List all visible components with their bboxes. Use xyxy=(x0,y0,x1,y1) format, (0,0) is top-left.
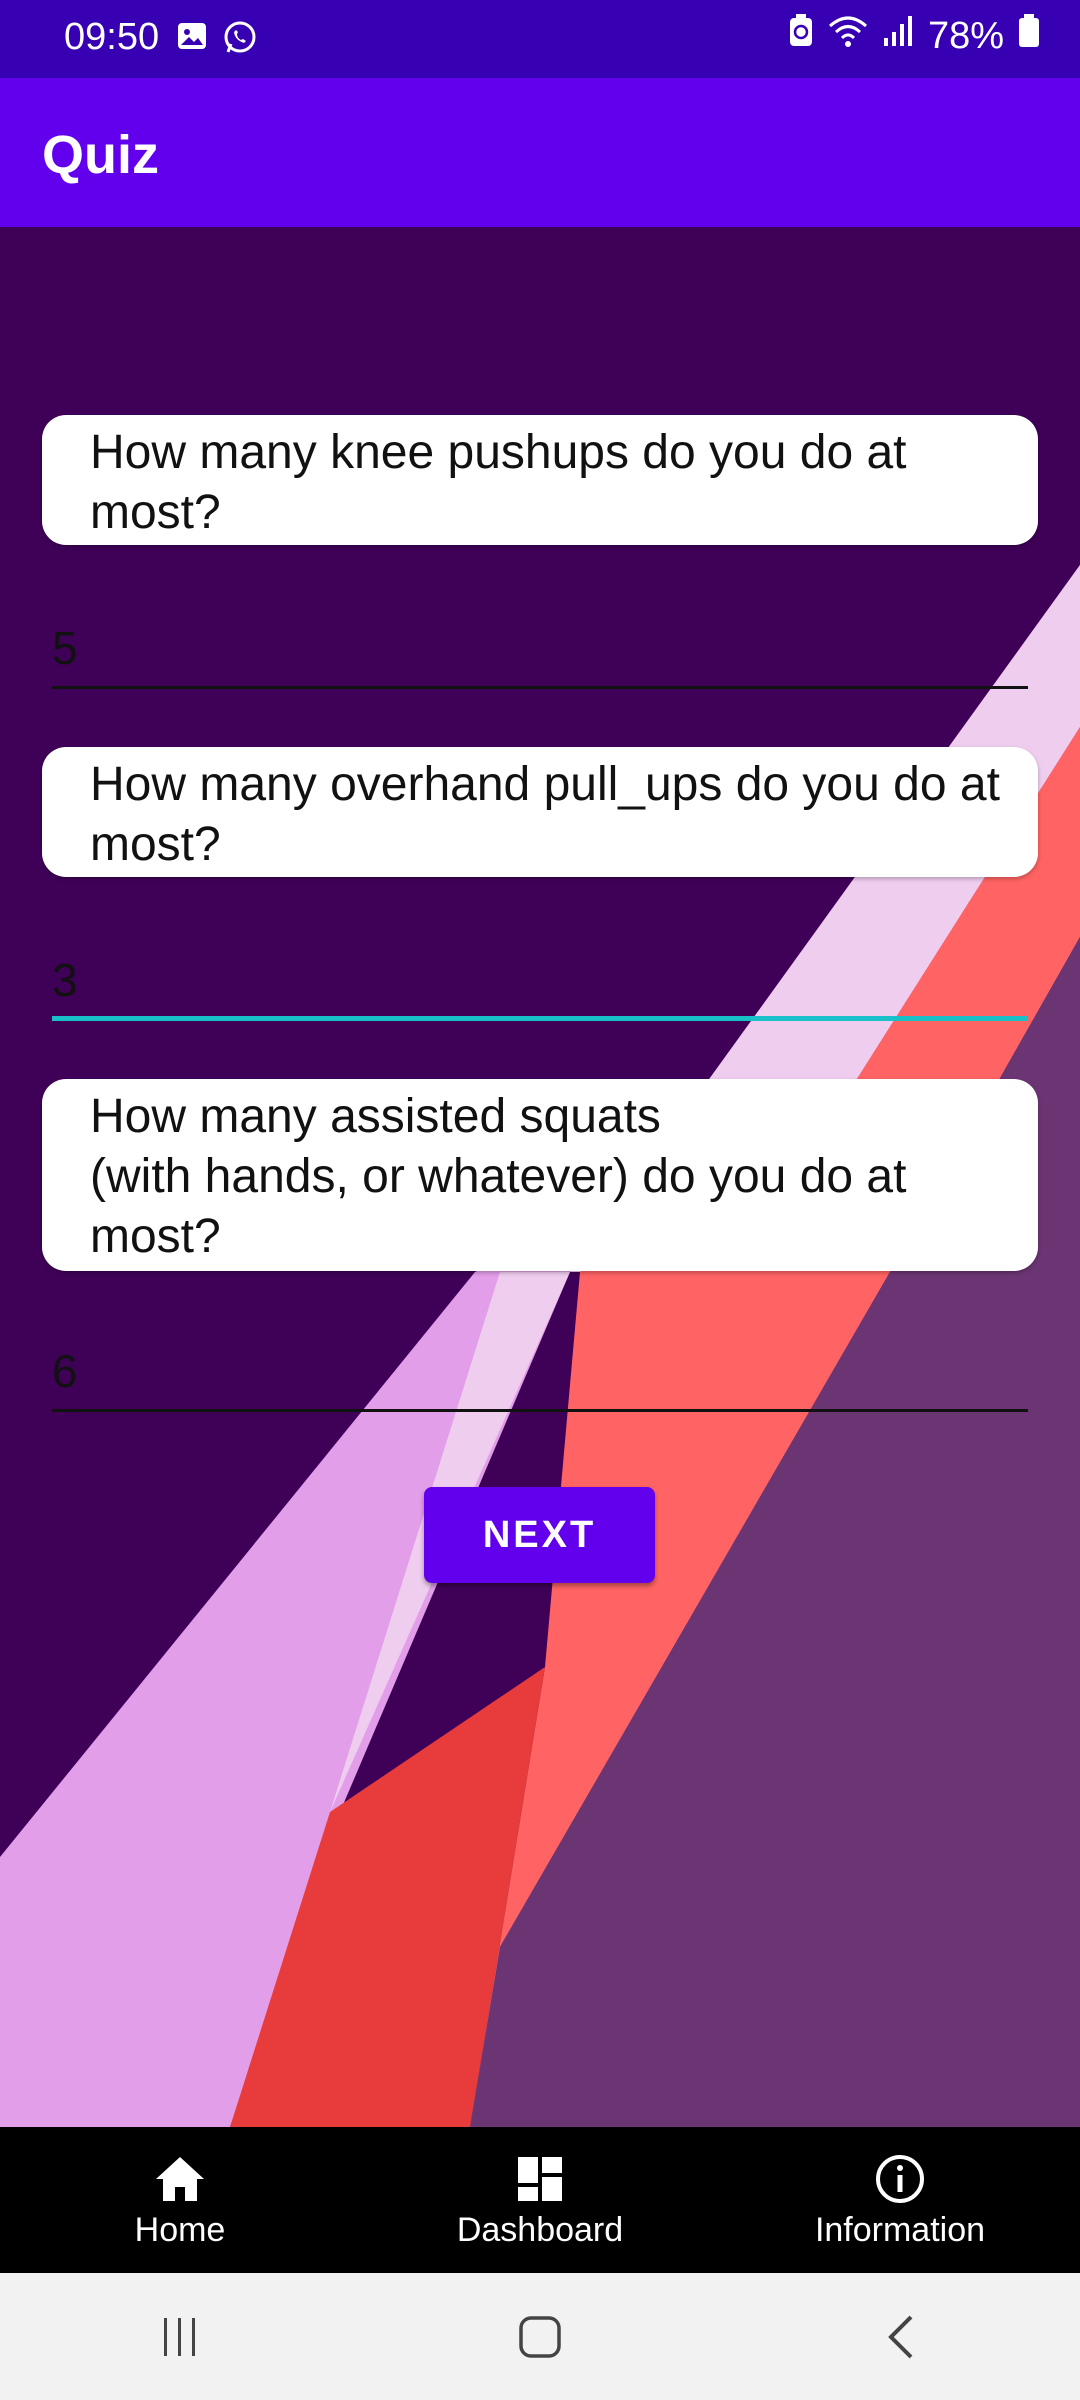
status-time: 09:50 xyxy=(64,16,160,58)
answer-field-2[interactable]: 3 xyxy=(52,949,1028,1021)
back-icon[interactable] xyxy=(860,2307,940,2367)
next-button[interactable]: NEXT xyxy=(424,1487,655,1583)
dashboard-icon xyxy=(512,2151,568,2207)
nav-label-information: Information xyxy=(814,2210,986,2249)
nav-label-home: Home xyxy=(134,2210,226,2249)
nav-item-dashboard[interactable]: Dashboard xyxy=(360,2127,720,2273)
recent-apps-icon[interactable] xyxy=(140,2307,220,2367)
question-card-2: How many overhand pull_ups do you do at … xyxy=(42,747,1038,877)
battery-icon xyxy=(1018,14,1040,58)
signal-icon xyxy=(882,14,914,58)
battery-saver-icon xyxy=(788,14,814,58)
wifi-icon xyxy=(828,14,868,58)
nav-item-information[interactable]: Information xyxy=(720,2127,1080,2273)
home-icon xyxy=(152,2151,208,2207)
answer-field-3[interactable]: 6 xyxy=(52,1340,1028,1412)
status-bar: 09:50 78% xyxy=(0,0,1080,78)
battery-percent: 78% xyxy=(927,14,1004,57)
nav-item-home[interactable]: Home xyxy=(0,2127,360,2273)
whatsapp-icon xyxy=(222,20,258,61)
question-card-3: How many assisted squats (with hands, or… xyxy=(42,1079,1038,1271)
image-icon xyxy=(176,20,208,61)
question-card-1: How many knee pushups do you do at most? xyxy=(42,415,1038,545)
nav-label-dashboard: Dashboard xyxy=(456,2210,624,2249)
quiz-content: How many knee pushups do you do at most?… xyxy=(0,227,1080,2127)
app-bar: Quiz xyxy=(0,78,1080,227)
info-icon xyxy=(872,2151,928,2207)
system-navigation-bar xyxy=(0,2273,1080,2400)
page-title: Quiz xyxy=(42,125,159,185)
answer-field-1[interactable]: 5 xyxy=(52,617,1028,689)
bottom-navigation: Home Dashboard Information xyxy=(0,2127,1080,2273)
home-button-icon[interactable] xyxy=(500,2307,580,2367)
